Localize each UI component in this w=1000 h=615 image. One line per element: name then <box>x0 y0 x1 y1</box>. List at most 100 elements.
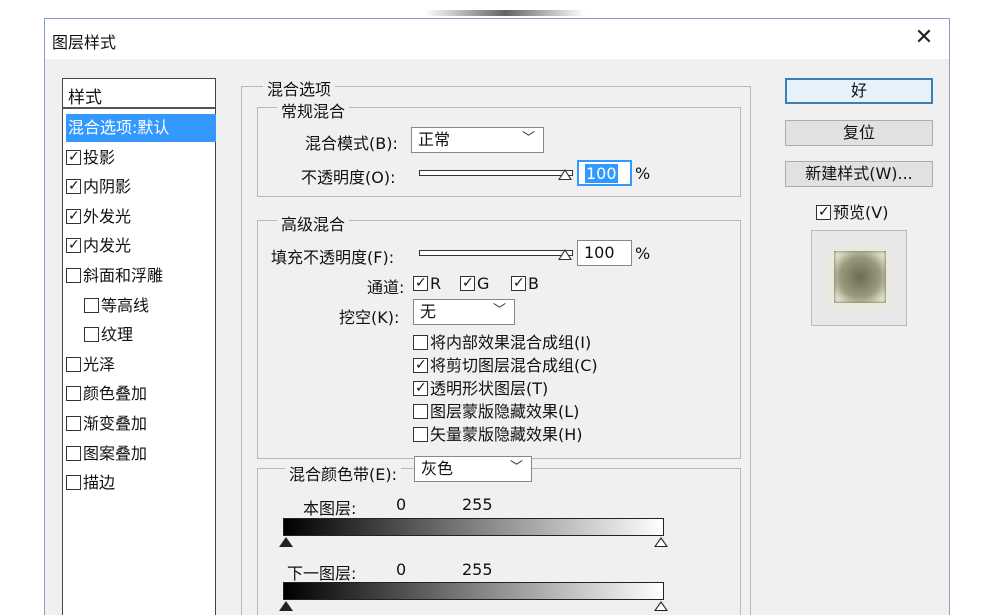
advanced-option-label: 将内部效果混合成组(I) <box>430 333 592 352</box>
style-item-label: 等高线 <box>101 296 150 315</box>
style-item-label: 投影 <box>83 148 116 167</box>
underlying-layer-label: 下一图层: <box>287 564 357 583</box>
checkbox-icon <box>816 201 831 223</box>
knockout-label: 挖空(K): <box>339 308 400 327</box>
advanced-option-checkbox[interactable]: 透明形状图层(T) <box>413 375 548 399</box>
checkbox-icon <box>413 404 428 419</box>
advanced-option-checkbox[interactable]: 将剪切图层混合成组(C) <box>413 352 598 376</box>
style-item-label: 渐变叠加 <box>83 414 148 433</box>
checkbox-icon[interactable] <box>66 475 81 490</box>
checkbox-icon <box>413 335 428 350</box>
this-layer-max: 255 <box>462 495 493 514</box>
checkbox-icon[interactable] <box>84 298 99 313</box>
chevron-down-icon: ﹀ <box>521 131 535 146</box>
knockout-value: 无 <box>420 302 437 321</box>
this-layer-white-slider[interactable] <box>654 537 668 547</box>
blend-if-select[interactable]: 灰色 ﹀ <box>414 456 532 482</box>
checkbox-icon <box>413 377 428 399</box>
channel-b-checkbox[interactable]: B <box>511 272 539 294</box>
style-preview <box>811 230 907 326</box>
window-title: 图层样式 <box>52 33 117 52</box>
underlying-layer-black-slider[interactable] <box>279 601 293 611</box>
preview-label: 预览(V) <box>833 203 889 222</box>
style-item[interactable]: 内阴影 <box>66 173 131 201</box>
opacity-slider-track[interactable] <box>419 170 573 176</box>
style-item-label: 内发光 <box>83 236 132 255</box>
style-item-label: 混合选项:默认 <box>68 118 170 137</box>
opacity-slider-thumb[interactable] <box>558 169 572 180</box>
advanced-option-label: 矢量蒙版隐藏效果(H) <box>430 425 583 444</box>
advanced-option-checkbox[interactable]: 图层蒙版隐藏效果(L) <box>413 398 579 422</box>
fill-opacity-label: 填充不透明度(F): <box>271 248 395 267</box>
checkbox-icon[interactable] <box>66 146 81 168</box>
checkbox-icon[interactable] <box>66 205 81 227</box>
style-item-label: 颜色叠加 <box>83 384 148 403</box>
ok-button[interactable]: 好 <box>785 78 933 104</box>
reset-button[interactable]: 复位 <box>785 120 933 146</box>
checkbox-icon <box>460 272 475 294</box>
style-item[interactable]: 图案叠加 <box>66 440 147 468</box>
channel-g-checkbox[interactable]: G <box>460 272 490 294</box>
channel-r-checkbox[interactable]: R <box>413 272 442 294</box>
layer-style-dialog: 图层样式 ✕ 样式 混合选项 常规混合 混合模式(B): 正常 ﹀ 不透明度(O… <box>44 18 950 615</box>
style-item[interactable]: 纹理 <box>84 321 133 349</box>
underlying-layer-gradient <box>283 582 664 600</box>
fill-opacity-slider-thumb[interactable] <box>558 249 572 260</box>
blend-mode-value: 正常 <box>418 130 451 149</box>
style-item[interactable]: 等高线 <box>84 292 149 320</box>
checkbox-icon[interactable] <box>66 357 81 372</box>
blend-mode-select[interactable]: 正常 ﹀ <box>411 127 544 153</box>
style-item[interactable]: 内发光 <box>66 232 131 260</box>
preview-checkbox[interactable]: 预览(V) <box>816 199 888 223</box>
channel-b-label: B <box>528 274 539 293</box>
style-item-label: 描边 <box>83 473 116 492</box>
fill-opacity-value: 100 <box>584 243 615 262</box>
checkbox-icon <box>511 272 526 294</box>
style-item[interactable]: 颜色叠加 <box>66 380 147 408</box>
blend-if-value: 灰色 <box>421 459 454 478</box>
checkbox-icon[interactable] <box>66 416 81 431</box>
underlying-layer-max: 255 <box>462 560 493 579</box>
style-item[interactable]: 外发光 <box>66 203 131 231</box>
styles-header: 样式 <box>63 79 215 109</box>
channel-r-label: R <box>430 274 442 293</box>
underlying-layer-white-slider[interactable] <box>654 601 668 611</box>
opacity-percent: % <box>635 164 651 183</box>
fill-opacity-slider-track[interactable] <box>419 250 573 256</box>
title-bar: 图层样式 ✕ <box>45 19 949 59</box>
advanced-option-checkbox[interactable]: 将内部效果混合成组(I) <box>413 329 591 353</box>
checkbox-icon[interactable] <box>84 327 99 342</box>
channel-g-label: G <box>477 274 490 293</box>
checkbox-icon[interactable] <box>66 175 81 197</box>
this-layer-black-slider[interactable] <box>279 537 293 547</box>
checkbox-icon[interactable] <box>66 234 81 256</box>
style-item[interactable]: 投影 <box>66 144 115 172</box>
style-item[interactable]: 斜面和浮雕 <box>66 262 163 290</box>
style-item[interactable]: 光泽 <box>66 351 115 379</box>
style-item-label: 外发光 <box>83 207 132 226</box>
style-item-label: 斜面和浮雕 <box>83 266 164 285</box>
style-item[interactable]: 描边 <box>66 469 115 497</box>
checkbox-icon <box>413 427 428 442</box>
chevron-down-icon: ﹀ <box>509 460 523 475</box>
opacity-input[interactable]: 100 <box>577 160 632 186</box>
general-blending-title: 常规混合 <box>277 98 350 122</box>
style-item-label: 图案叠加 <box>83 444 148 463</box>
close-icon[interactable]: ✕ <box>913 27 935 49</box>
advanced-option-checkbox[interactable]: 矢量蒙版隐藏效果(H) <box>413 421 583 445</box>
advanced-option-label: 将剪切图层混合成组(C) <box>430 356 598 375</box>
style-item-label: 内阴影 <box>83 177 132 196</box>
style-item-label: 光泽 <box>83 355 116 374</box>
this-layer-gradient <box>283 518 664 536</box>
advanced-option-label: 图层蒙版隐藏效果(L) <box>430 402 580 421</box>
this-layer-min: 0 <box>396 495 407 514</box>
this-layer-label: 本图层: <box>303 499 357 518</box>
checkbox-icon[interactable] <box>66 386 81 401</box>
style-item[interactable]: 渐变叠加 <box>66 410 147 438</box>
checkbox-icon[interactable] <box>66 446 81 461</box>
fill-opacity-input[interactable]: 100 <box>577 240 632 266</box>
knockout-select[interactable]: 无 ﹀ <box>413 299 515 325</box>
checkbox-icon[interactable] <box>66 268 81 283</box>
style-item[interactable]: 混合选项:默认 <box>66 114 216 142</box>
new-style-button[interactable]: 新建样式(W)... <box>785 161 933 187</box>
